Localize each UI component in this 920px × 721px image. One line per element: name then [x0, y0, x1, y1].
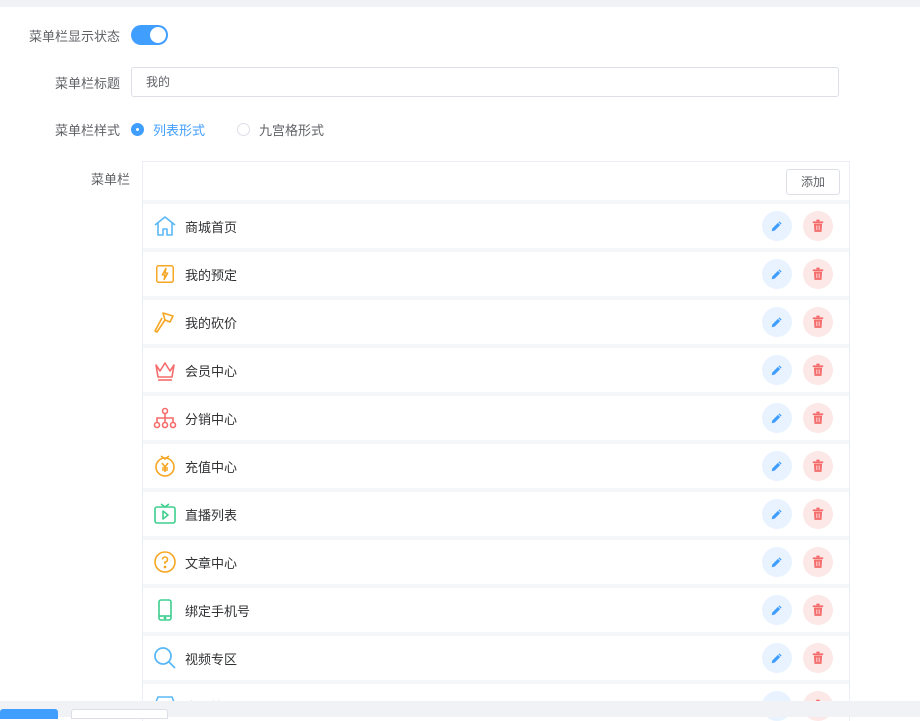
menu-item-name: 我的预定: [185, 268, 238, 284]
trash-icon: [811, 315, 825, 329]
edit-button[interactable]: [762, 451, 792, 481]
menu-item: 充值中心: [143, 444, 849, 488]
menu-panel: 添加 商城首页我的预定我的砍价会员中心分销中心充值中心直播列表文章中心绑定手机号…: [142, 161, 850, 721]
menu-item: 我的预定: [143, 252, 849, 296]
show-status-row: 菜单栏显示状态: [0, 25, 168, 45]
delete-button[interactable]: [803, 259, 833, 289]
delete-button[interactable]: [803, 547, 833, 577]
menu-item: 我的砍价: [143, 300, 849, 344]
radio-dot: [237, 123, 251, 136]
edit-button[interactable]: [762, 307, 792, 337]
radio-label: 九宫格形式: [259, 124, 325, 139]
home-icon: [152, 213, 178, 239]
menu-item: 分销中心: [143, 396, 849, 440]
lightning-box-icon: [152, 261, 178, 287]
pencil-icon: [770, 603, 784, 617]
menu-item: 绑定手机号: [143, 588, 849, 632]
menu-item-name: 直播列表: [185, 508, 238, 524]
pencil-icon: [770, 507, 784, 521]
top-bar: [0, 0, 920, 7]
menu-item-name: 我的砍价: [185, 316, 238, 332]
pencil-icon: [770, 315, 784, 329]
crown-icon: [152, 357, 178, 383]
menu-list: 商城首页我的预定我的砍价会员中心分销中心充值中心直播列表文章中心绑定手机号视频专…: [143, 204, 849, 721]
edit-button[interactable]: [762, 211, 792, 241]
menu-item-name: 充值中心: [185, 460, 238, 476]
trash-icon: [811, 219, 825, 233]
delete-button[interactable]: [803, 499, 833, 529]
menu-item-name: 商城首页: [185, 220, 238, 236]
edit-button[interactable]: [762, 259, 792, 289]
menu-item-name: 分销中心: [185, 412, 238, 428]
cancel-button[interactable]: [71, 709, 168, 719]
menu-title-input[interactable]: 我的: [131, 67, 839, 97]
radio-list-style[interactable]: 列表形式: [131, 120, 205, 139]
pencil-icon: [770, 651, 784, 665]
delete-button[interactable]: [803, 355, 833, 385]
menu-item: 视频专区: [143, 636, 849, 680]
trash-icon: [811, 267, 825, 281]
pencil-icon: [770, 267, 784, 281]
menu-item-name: 绑定手机号: [185, 604, 251, 620]
trash-icon: [811, 603, 825, 617]
trash-icon: [811, 651, 825, 665]
radio-grid-style[interactable]: 九宫格形式: [237, 120, 324, 139]
delete-button[interactable]: [803, 307, 833, 337]
radio-dot: [131, 123, 144, 136]
pencil-icon: [770, 555, 784, 569]
menu-style-label: 菜单栏样式: [54, 124, 120, 139]
question-circle-icon: [152, 549, 178, 575]
submit-button[interactable]: [0, 709, 58, 719]
radio-label: 列表形式: [153, 124, 206, 139]
delete-button[interactable]: [803, 643, 833, 673]
menu-item: 会员中心: [143, 348, 849, 392]
menu-style-row: 菜单栏样式 列表形式 九宫格形式: [0, 120, 356, 139]
menu-item-name: 会员中心: [185, 364, 238, 380]
edit-button[interactable]: [762, 355, 792, 385]
trash-icon: [811, 411, 825, 425]
menu-item: 文章中心: [143, 540, 849, 584]
menu-panel-header: 添加: [143, 162, 849, 200]
menu-list-label: 菜单栏: [90, 173, 130, 188]
phone-icon: [152, 597, 178, 623]
edit-button[interactable]: [762, 595, 792, 625]
pencil-icon: [770, 219, 784, 233]
trash-icon: [811, 507, 825, 521]
delete-button[interactable]: [803, 595, 833, 625]
pencil-icon: [770, 459, 784, 473]
delete-button[interactable]: [803, 403, 833, 433]
edit-button[interactable]: [762, 643, 792, 673]
menu-item: 商城首页: [143, 204, 849, 248]
show-status-label: 菜单栏显示状态: [28, 29, 120, 45]
edit-button[interactable]: [762, 547, 792, 577]
pencil-icon: [770, 363, 784, 377]
network-icon: [152, 405, 178, 431]
delete-button[interactable]: [803, 211, 833, 241]
edit-button[interactable]: [762, 499, 792, 529]
menu-title-label: 菜单栏标题: [54, 76, 120, 92]
tv-play-icon: [152, 501, 178, 527]
pencil-icon: [770, 411, 784, 425]
menu-item-name: 视频专区: [185, 652, 238, 668]
menu-item-name: 文章中心: [185, 556, 238, 572]
add-button[interactable]: 添加: [786, 169, 840, 195]
yen-bag-icon: [152, 453, 178, 479]
edit-button[interactable]: [762, 403, 792, 433]
menu-title-row: 菜单栏标题 我的: [0, 67, 839, 97]
axe-icon: [152, 309, 178, 335]
delete-button[interactable]: [803, 451, 833, 481]
search-icon: [152, 645, 178, 671]
trash-icon: [811, 459, 825, 473]
show-status-switch[interactable]: [131, 25, 168, 45]
trash-icon: [811, 555, 825, 569]
switch-knob: [150, 27, 166, 43]
trash-icon: [811, 363, 825, 377]
menu-item: 直播列表: [143, 492, 849, 536]
